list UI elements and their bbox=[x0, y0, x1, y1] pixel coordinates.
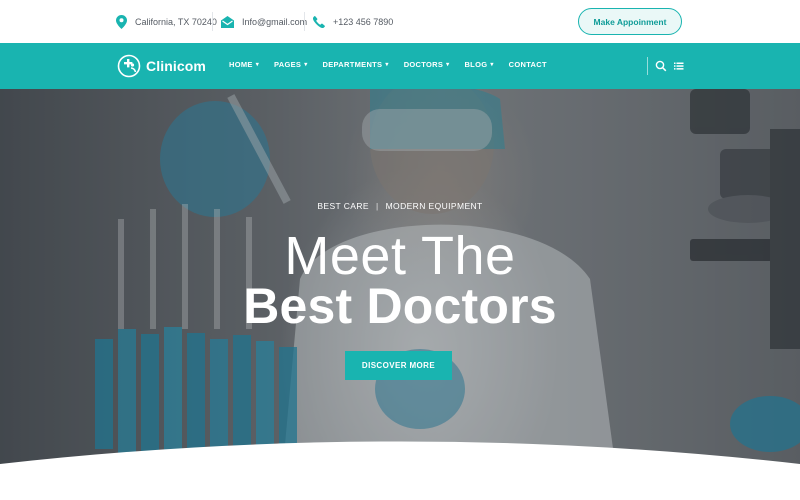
nav-item-label: DEPARTMENTS bbox=[322, 60, 383, 69]
phone-icon bbox=[313, 16, 325, 28]
chevron-down-icon: ▾ bbox=[490, 62, 494, 68]
nav-item-blog[interactable]: BLOG ▾ bbox=[464, 60, 493, 69]
nav-item-departments[interactable]: DEPARTMENTS ▾ bbox=[323, 60, 389, 69]
info-divider bbox=[304, 12, 305, 31]
chevron-down-icon: ▾ bbox=[385, 62, 389, 68]
tagline-separator: | bbox=[375, 201, 379, 211]
top-info-bar: California, TX 70240 Info@gmail.com +123… bbox=[0, 0, 800, 43]
email-info[interactable]: Info@gmail.com bbox=[221, 13, 307, 31]
location-text: California, TX 70240 bbox=[135, 17, 217, 27]
nav-item-contact[interactable]: CONTACT bbox=[509, 60, 547, 69]
tagline-best-care: BEST CARE bbox=[317, 201, 369, 211]
chevron-down-icon: ▾ bbox=[304, 62, 308, 68]
email-text[interactable]: Info@gmail.com bbox=[242, 17, 307, 27]
nav-item-label: CONTACT bbox=[508, 60, 547, 69]
location-pin-icon bbox=[116, 15, 127, 29]
phone-text[interactable]: +123 456 7890 bbox=[333, 17, 393, 27]
brand-name: Clinicom bbox=[146, 58, 206, 74]
brand-logo[interactable]: Clinicom bbox=[117, 53, 206, 79]
search-icon[interactable] bbox=[655, 60, 667, 72]
discover-more-button[interactable]: DISCOVER MORE bbox=[345, 351, 452, 380]
menu-icon[interactable] bbox=[673, 60, 685, 72]
info-divider bbox=[212, 12, 213, 31]
tagline-modern-equipment: MODERN EQUIPMENT bbox=[385, 201, 483, 211]
envelope-icon bbox=[221, 16, 234, 28]
nav-item-pages[interactable]: PAGES ▾ bbox=[274, 60, 308, 69]
chevron-down-icon: ▾ bbox=[255, 62, 260, 68]
location-info: California, TX 70240 bbox=[116, 13, 217, 31]
nav-divider bbox=[647, 57, 648, 75]
nav-item-label: PAGES bbox=[274, 60, 302, 69]
make-appointment-button[interactable]: Make Appoinment bbox=[578, 8, 682, 35]
nav-item-label: HOME bbox=[229, 60, 253, 69]
clinic-logo-icon bbox=[117, 54, 141, 78]
nav-menu: HOME ▾ PAGES ▾ DEPARTMENTS ▾ DOCTORS ▾ B… bbox=[229, 60, 562, 69]
nav-item-label: DOCTORS bbox=[403, 60, 444, 69]
hero-tagline: BEST CARE | MODERN EQUIPMENT bbox=[0, 201, 800, 211]
hero-title-line2: Best Doctors bbox=[243, 278, 557, 334]
chevron-down-icon: ▾ bbox=[446, 62, 450, 68]
hero-banner: BEST CARE | MODERN EQUIPMENT Meet The Best… bbox=[0, 89, 800, 500]
nav-item-label: BLOG bbox=[464, 60, 488, 69]
phone-info[interactable]: +123 456 7890 bbox=[313, 13, 393, 31]
main-navbar: Clinicom HOME ▾ PAGES ▾ DEPARTMENTS ▾ DO… bbox=[0, 43, 800, 89]
nav-item-home[interactable]: HOME ▾ bbox=[229, 60, 259, 69]
nav-item-doctors[interactable]: DOCTORS ▾ bbox=[404, 60, 450, 69]
